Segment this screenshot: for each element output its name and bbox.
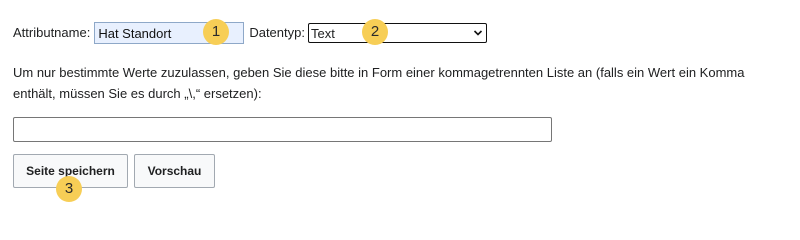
step-marker-2: 2: [362, 19, 388, 45]
allowed-values-description: Um nur bestimmte Werte zuzulassen, geben…: [13, 65, 745, 101]
datatype-selected-value: Text: [310, 25, 335, 41]
datatype-label: Datentyp:: [249, 25, 305, 40]
datatype-select[interactable]: Text: [307, 23, 487, 43]
attribute-name-label: Attributname:: [13, 25, 91, 40]
preview-button[interactable]: Vorschau: [134, 154, 215, 188]
chevron-down-icon: [473, 30, 483, 36]
allowed-values-input[interactable]: [13, 117, 552, 142]
step-marker-1: 1: [203, 19, 229, 45]
step-marker-3: 3: [56, 176, 82, 202]
attribute-row: Attributname: Datentyp: Text: [13, 22, 487, 44]
